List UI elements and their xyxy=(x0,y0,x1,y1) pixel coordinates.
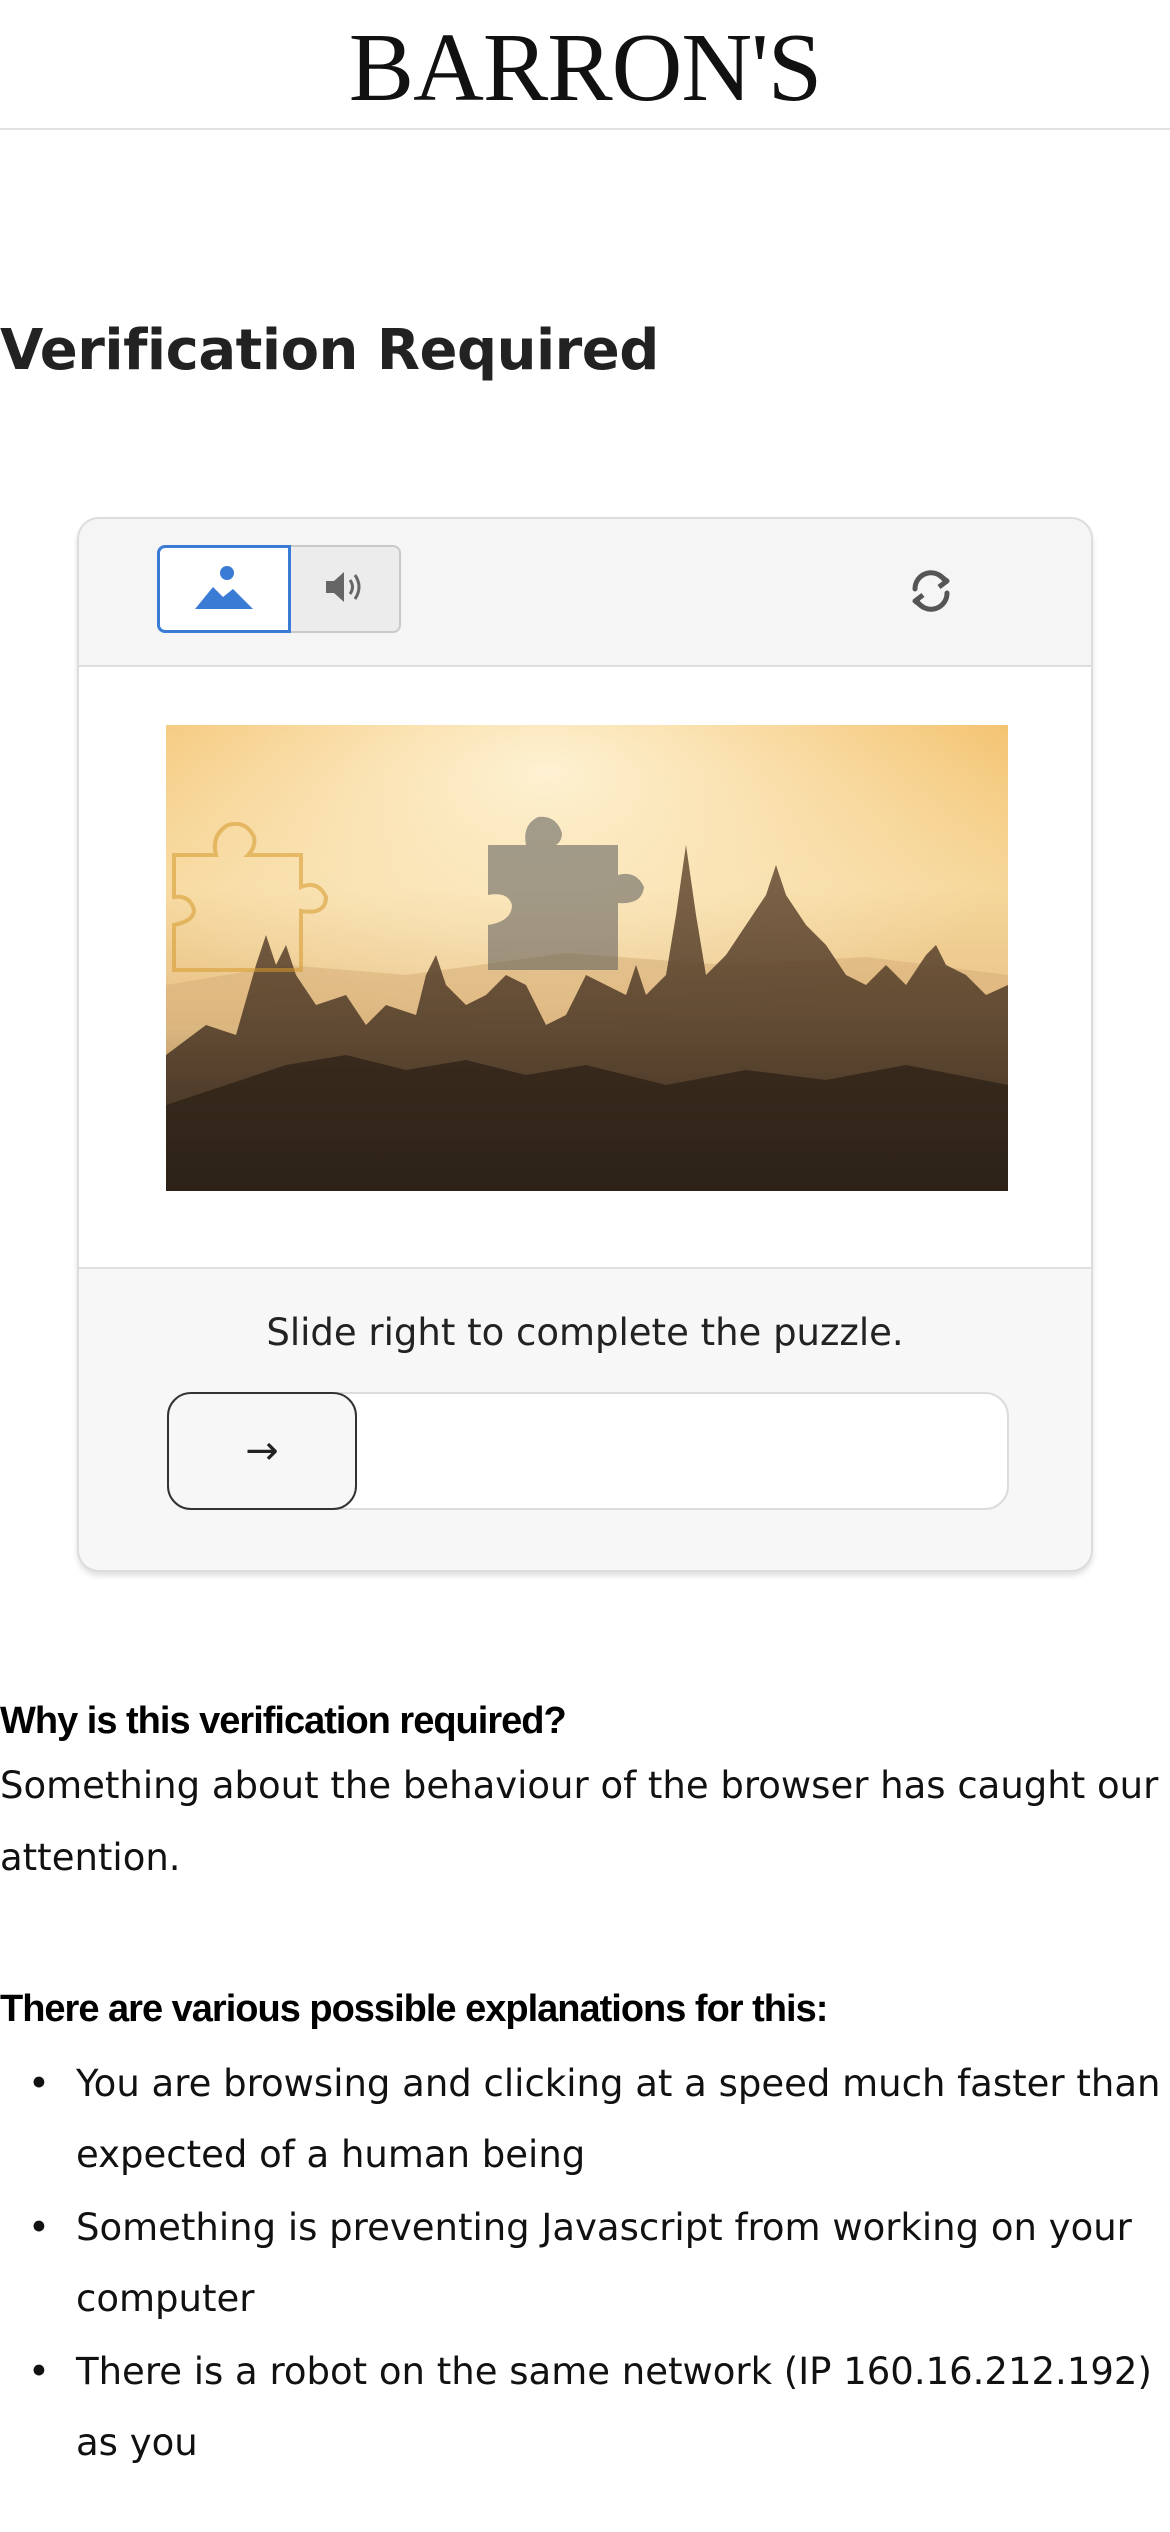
image-mode-button[interactable] xyxy=(157,545,291,633)
why-text: Something about the behaviour of the bro… xyxy=(0,1764,1159,1879)
slider-track[interactable]: → xyxy=(167,1392,1009,1510)
speaker-icon xyxy=(322,568,368,610)
refresh-button[interactable] xyxy=(899,561,963,625)
list-item: There is a robot on the same network (IP… xyxy=(0,2336,1170,2478)
image-icon xyxy=(193,563,255,615)
list-item: Something is preventing Javascript from … xyxy=(0,2192,1170,2334)
barrons-logo[interactable]: BARRON'S xyxy=(349,19,823,117)
list-item: You are browsing and clicking at a speed… xyxy=(0,2048,1170,2190)
refresh-icon xyxy=(903,563,959,623)
captcha-widget: Slide right to complete the puzzle. → xyxy=(77,517,1093,1572)
explanations-list: You are browsing and clicking at a speed… xyxy=(0,2048,1170,2480)
captcha-footer: Slide right to complete the puzzle. → xyxy=(79,1269,1091,1570)
captcha-toolbar xyxy=(79,519,1091,667)
site-header: BARRON'S xyxy=(0,0,1170,130)
captcha-mode-toggle xyxy=(157,545,401,633)
puzzle-image xyxy=(166,725,1008,1191)
explanations-heading: There are various possible explanations … xyxy=(0,1988,828,2030)
arrow-right-icon: → xyxy=(245,1428,279,1474)
slider-instruction: Slide right to complete the puzzle. xyxy=(266,1311,904,1354)
slider-handle[interactable]: → xyxy=(167,1392,357,1510)
page-title: Verification Required xyxy=(0,318,659,383)
captcha-body xyxy=(79,667,1091,1269)
audio-mode-button[interactable] xyxy=(291,545,401,633)
why-heading: Why is this verification required? xyxy=(0,1700,567,1742)
